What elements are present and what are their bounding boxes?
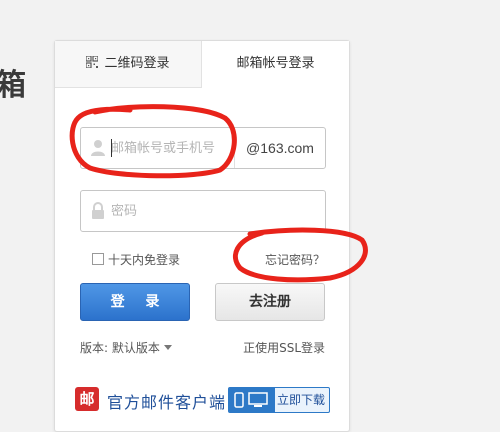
remember-label: 十天内免登录 <box>108 253 181 267</box>
client-title: 官方邮件客户端 <box>107 393 227 412</box>
tab-qr-label: 二维码登录 <box>104 56 170 71</box>
register-button[interactable]: 去注册 <box>215 283 325 321</box>
username-field[interactable]: @163.com <box>80 127 326 169</box>
remember-checkbox[interactable] <box>92 253 104 265</box>
lock-icon <box>92 202 104 219</box>
login-tabs: 二维码登录 邮箱帐号登录 <box>55 41 349 88</box>
version-selector[interactable]: 版本: 默认版本 <box>80 339 172 356</box>
text-cursor <box>111 139 112 157</box>
device-icons <box>229 388 275 412</box>
remember-me[interactable]: 十天内免登录 <box>92 251 180 268</box>
tab-qr-login[interactable]: 二维码登录 <box>55 41 202 88</box>
login-button[interactable]: 登 录 <box>80 283 190 321</box>
password-field[interactable] <box>80 190 326 232</box>
forgot-password-link[interactable]: 忘记密码？ <box>265 251 325 268</box>
user-icon <box>91 140 105 156</box>
qr-code-icon <box>86 56 99 68</box>
tab-email-login[interactable]: 邮箱帐号登录 <box>202 41 349 87</box>
tab-email-label: 邮箱帐号登录 <box>236 56 315 71</box>
client-promo: 邮 官方邮件客户端 立即下载 <box>75 387 345 413</box>
login-panel: 二维码登录 邮箱帐号登录 @163.com 十天内免登录 忘记密码？ 登 录 去… <box>54 40 350 432</box>
download-label: 立即下载 <box>277 393 326 407</box>
username-input[interactable] <box>111 128 237 168</box>
download-button[interactable]: 立即下载 <box>228 387 330 413</box>
chevron-down-icon <box>163 345 172 350</box>
version-label: 版本: 默认版本 <box>80 341 160 355</box>
password-input[interactable] <box>111 191 311 231</box>
email-domain-suffix: @163.com <box>234 128 325 168</box>
ssl-login-link[interactable]: 正使用SSL登录 <box>243 339 325 356</box>
mail-client-logo: 邮 <box>75 387 99 411</box>
background-heading-fragment: 箱 <box>0 68 26 103</box>
